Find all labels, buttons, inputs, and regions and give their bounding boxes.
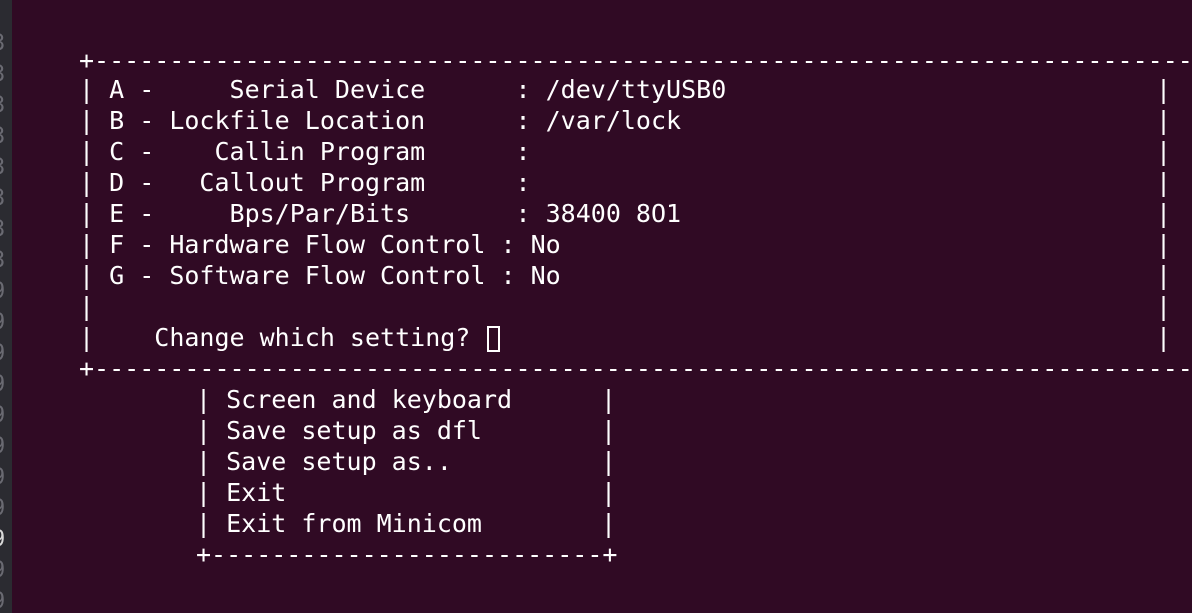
gutter-digit: 9 — [0, 307, 12, 338]
setting-value: 38400 8O1 — [545, 199, 682, 228]
menu-box-bottom-border: +--------------------------+ — [196, 540, 618, 569]
setting-row-e[interactable]: | E - Bps/Par/Bits : 38400 8O1 — [79, 198, 681, 229]
setting-key: G — [109, 261, 125, 290]
setting-value: No — [530, 261, 561, 290]
menu-item-exit-minicom[interactable]: | Exit from Minicom — [196, 508, 482, 539]
gutter-digit: 3 — [0, 214, 12, 245]
setting-key: E — [109, 199, 125, 228]
setting-label: Callin Program — [169, 137, 501, 166]
setting-row-f[interactable]: | F - Hardware Flow Control : No — [79, 229, 561, 260]
menu-item-save-as[interactable]: | Save setup as.. — [196, 446, 452, 477]
menu-item-label: Exit from Minicom — [226, 509, 482, 538]
gutter-digit: 9 — [0, 276, 12, 307]
setting-row-a[interactable]: | A - Serial Device : /dev/ttyUSB0 — [79, 74, 726, 105]
settings-prompt: Change which setting? — [154, 323, 471, 352]
gutter-digit: 3 — [0, 121, 12, 152]
setting-label: Bps/Par/Bits — [169, 199, 516, 228]
menu-item-exit[interactable]: | Exit — [196, 477, 286, 508]
gutter-digit: 3 — [0, 90, 12, 121]
gutter-digit: 9 — [0, 338, 12, 369]
setting-label: Callout Program — [169, 168, 501, 197]
gutter-digit: 9 — [0, 431, 12, 462]
gutter-digit: 9 — [0, 524, 12, 555]
gutter-digit: 9 — [0, 400, 12, 431]
menu-item-label: Screen and keyboard — [226, 385, 513, 414]
setting-row-c[interactable]: | C - Callin Program : — [79, 136, 546, 167]
text-cursor[interactable] — [487, 326, 501, 352]
gutter-digit: 9 — [0, 462, 12, 493]
setting-key: A — [109, 75, 125, 104]
gutter-digit: 9 — [0, 555, 12, 586]
menu-item-save-dfl[interactable]: | Save setup as dfl — [196, 415, 482, 446]
setting-value: No — [530, 230, 561, 259]
setting-key: D — [109, 168, 125, 197]
gutter-digit: 9 — [0, 493, 12, 524]
settings-box-bottom-border: +---------------------------------------… — [79, 354, 1192, 383]
gutter-digit: 3 — [0, 183, 12, 214]
setting-value: /var/lock — [545, 106, 682, 135]
menu-item-label: Exit — [226, 478, 287, 507]
menu-item-label: Save setup as dfl — [226, 416, 482, 445]
setting-row-d[interactable]: | D - Callout Program : — [79, 167, 546, 198]
menu-box-right-border: | | | | | — [601, 385, 617, 538]
setting-label: Lockfile Location — [169, 106, 501, 135]
settings-prompt-row: | Change which setting? — [79, 322, 501, 353]
gutter-digit: 3 — [0, 245, 12, 276]
gutter-digit: 9 — [0, 586, 12, 613]
menu-item-screen-keyboard[interactable]: | Screen and keyboard — [196, 384, 512, 415]
setting-row-b[interactable]: | B - Lockfile Location : /var/lock — [79, 105, 681, 136]
left-gutter: 3333333399999999999 — [0, 0, 12, 613]
settings-box-right-border: | | | | | | | | | — [1156, 75, 1172, 352]
setting-label: Hardware Flow Control — [169, 230, 486, 259]
settings-box-blank-row: | — [79, 292, 95, 321]
setting-key: F — [109, 230, 125, 259]
gutter-digit: 3 — [0, 152, 12, 183]
terminal-window[interactable]: 3333333399999999999 +-------------------… — [0, 0, 1192, 613]
menu-item-label: Save setup as.. — [226, 447, 452, 476]
setting-key: B — [109, 106, 125, 135]
setting-row-g[interactable]: | G - Software Flow Control : No — [79, 260, 561, 291]
setting-value: /dev/ttyUSB0 — [545, 75, 727, 104]
setting-label: Serial Device — [169, 75, 516, 104]
setting-key: C — [109, 137, 125, 166]
gutter-digit: 3 — [0, 28, 12, 59]
gutter-digit: 9 — [0, 369, 12, 400]
gutter-digit: 3 — [0, 59, 12, 90]
setting-label: Software Flow Control — [169, 261, 486, 290]
settings-box-top-border: +---------------------------------------… — [79, 46, 1192, 75]
